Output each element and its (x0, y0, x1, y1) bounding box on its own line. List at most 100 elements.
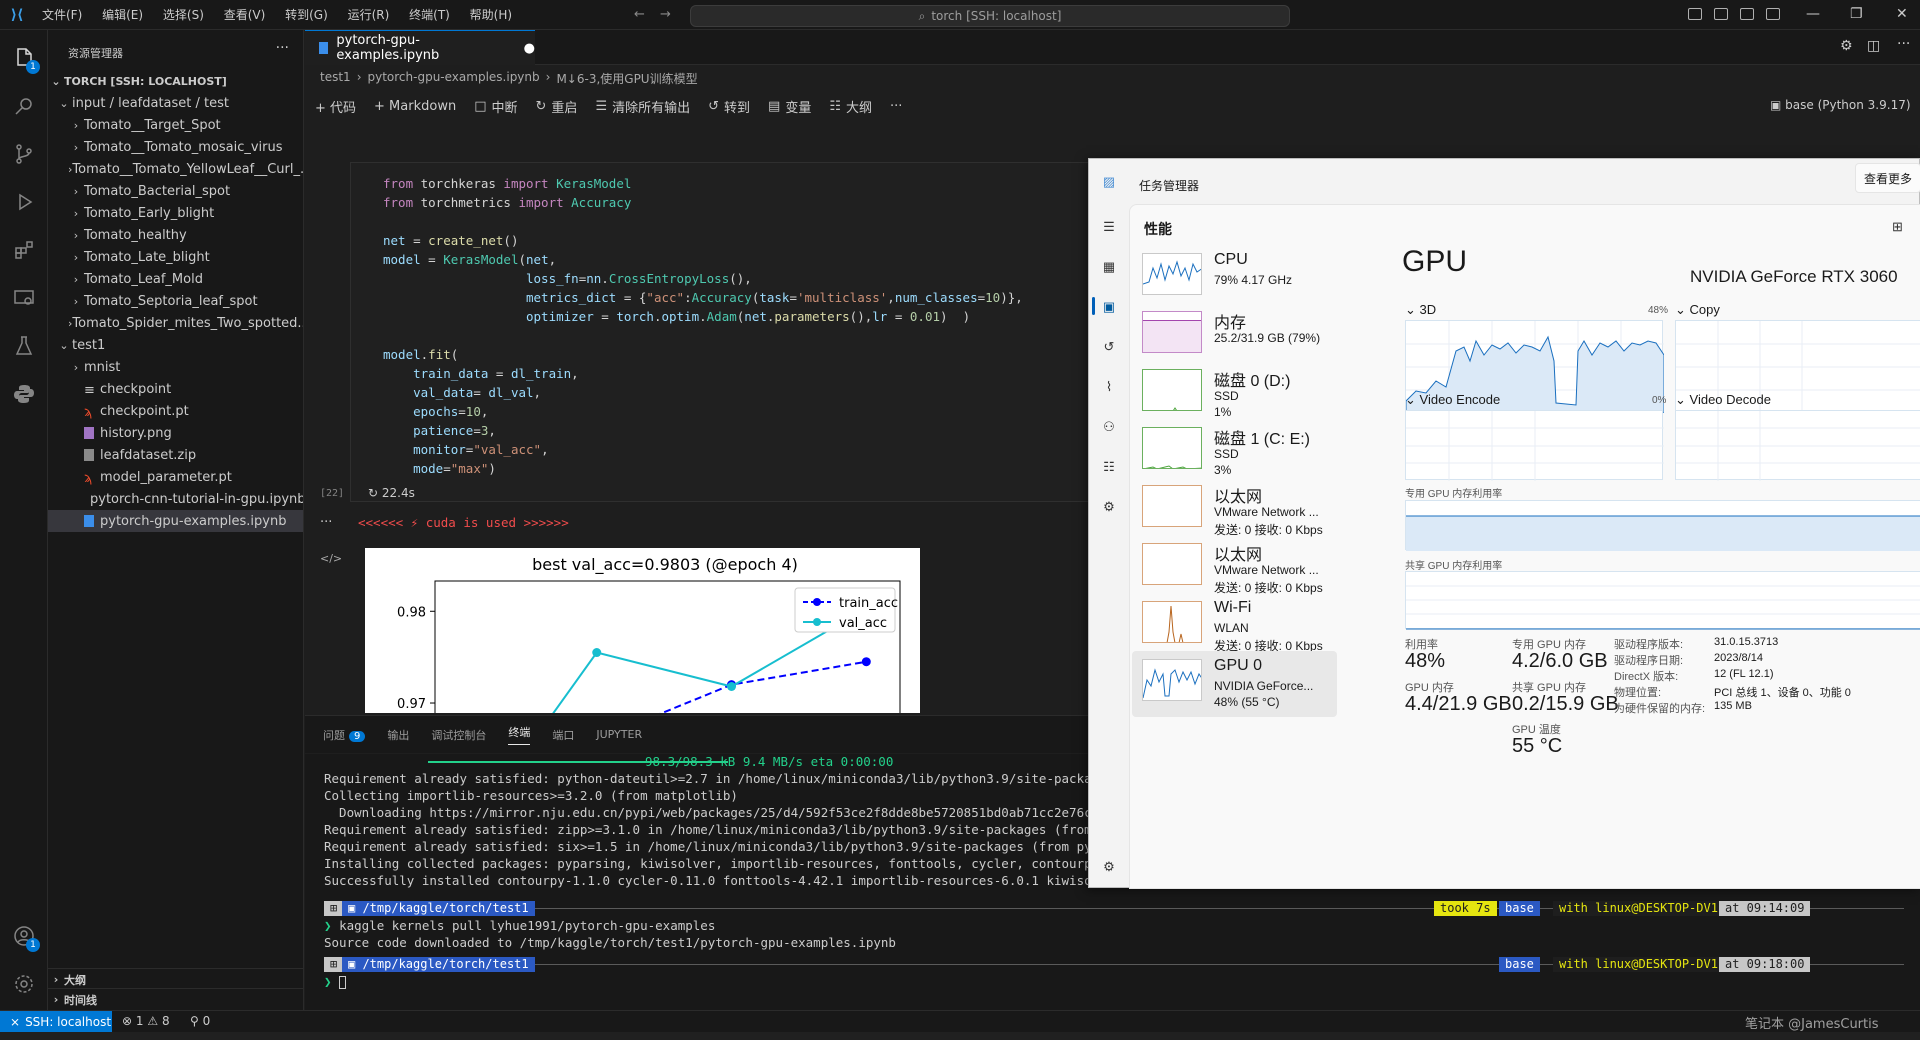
startup-apps-icon[interactable]: ⌇ (1101, 379, 1117, 394)
add-code-cell-button[interactable]: + 代码 (315, 97, 356, 116)
output-more-icon[interactable]: ··· (320, 515, 332, 530)
engine-venc-label[interactable]: ⌄ Video Encode (1405, 392, 1500, 408)
tree-file-item[interactable]: pytorch-cnn-tutorial-in-gpu.ipynb (48, 488, 303, 510)
run-new-task-icon[interactable]: ⊞ (1892, 219, 1903, 235)
device-gpu0[interactable]: GPU 0 NVIDIA GeForce... 48% (55 °C) (1132, 651, 1337, 717)
menu-run[interactable]: 运行(R) (348, 8, 390, 22)
goto-button[interactable]: ↺ 转到 (708, 97, 750, 116)
testing-icon[interactable] (10, 332, 38, 360)
services-icon[interactable]: ⚙ (1101, 499, 1117, 514)
tree-folder-item[interactable]: › Tomato__Target_Spot (48, 114, 303, 136)
tree-folder-item[interactable]: › Tomato_Bacterial_spot (48, 180, 303, 202)
tree-file-item[interactable]: ϡ checkpoint.pt (48, 400, 303, 422)
outline-section[interactable]: › 大纲 (48, 968, 303, 990)
device-ethernet-1[interactable]: 以太网 VMware Network ... 发送: 0 接收: 0 Kbps (1132, 477, 1337, 543)
tab-problems[interactable]: 问题 9 (323, 727, 366, 743)
toggle-secondary-sidebar-icon[interactable] (1740, 8, 1754, 20)
run-debug-icon[interactable] (10, 188, 38, 216)
account-icon[interactable]: 1 (10, 922, 40, 952)
code-output-icon[interactable]: </> (320, 552, 342, 565)
device-cpu[interactable]: CPU 79% 4.17 GHz (1132, 245, 1337, 311)
tree-folder-item[interactable]: › Tomato__Tomato_mosaic_virus (48, 136, 303, 158)
variables-button[interactable]: ▤ 变量 (768, 97, 811, 116)
folder-input[interactable]: ⌄ input / leafdataset / test (48, 92, 303, 114)
menu-edit[interactable]: 编辑(E) (102, 8, 143, 22)
workspace-root[interactable]: ⌄ TORCH [SSH: LOCALHOST] (48, 70, 303, 92)
toggle-panel-icon[interactable] (1714, 8, 1728, 20)
tab-ports[interactable]: 端口 (552, 727, 574, 743)
tree-folder-item[interactable]: › Tomato_Spider_mites_Two_spotted... (48, 312, 303, 334)
minimize-icon[interactable]: — (1806, 6, 1820, 22)
tab-pytorch-gpu-examples[interactable]: pytorch-gpu-examples.ipynb ● (305, 30, 535, 65)
more-actions-icon[interactable]: ··· (1897, 36, 1910, 52)
explorer-icon[interactable]: 1 (10, 44, 40, 74)
terminal-cursor-line[interactable]: ❯ (324, 974, 347, 989)
tree-file-item[interactable]: leafdataset.zip (48, 444, 303, 466)
extensions-icon[interactable] (10, 236, 38, 264)
timeline-section[interactable]: › 时间线 (48, 988, 303, 1010)
menu-go[interactable]: 转到(G) (285, 8, 328, 22)
menu-help[interactable]: 帮助(H) (470, 8, 512, 22)
tree-folder-item[interactable]: › mnist (48, 356, 303, 378)
clear-outputs-button[interactable]: ☰ 清除所有输出 (595, 97, 690, 116)
tree-folder-item[interactable]: › Tomato_healthy (48, 224, 303, 246)
close-icon[interactable]: ✕ (1896, 6, 1908, 22)
menu-view[interactable]: 查看(V) (224, 8, 266, 22)
split-editor-icon[interactable]: ◫ (1867, 38, 1880, 54)
menu-selection[interactable]: 选择(S) (163, 8, 204, 22)
device-ethernet-2[interactable]: 以太网 VMware Network ... 发送: 0 接收: 0 Kbps (1132, 535, 1337, 601)
tree-folder-item[interactable]: › Tomato_Late_blight (48, 246, 303, 268)
users-icon[interactable]: ⚇ (1101, 419, 1117, 434)
device-disk1[interactable]: 磁盘 1 (C: E:) SSD 3% (1132, 419, 1337, 485)
view-more-button[interactable]: 查看更多 (1855, 163, 1920, 193)
app-history-icon[interactable]: ↺ (1101, 339, 1117, 354)
restart-button[interactable]: ↻ 重启 (536, 97, 578, 116)
tree-folder-item[interactable]: › Tomato_Septoria_leaf_spot (48, 290, 303, 312)
tab-output[interactable]: 输出 (387, 727, 409, 743)
tree-file-item[interactable]: ϡ model_parameter.pt (48, 466, 303, 488)
code-cell[interactable]: from torchkeras import KerasModel from t… (350, 162, 1090, 502)
tree-folder-item[interactable]: › Tomato__Tomato_YellowLeaf__Curl_... (48, 158, 303, 180)
processes-icon[interactable]: ▦ (1101, 259, 1117, 274)
outline-button[interactable]: ☷ 大纲 (829, 97, 872, 116)
more-actions-icon[interactable]: ··· (276, 40, 289, 56)
device-wifi[interactable]: Wi-Fi WLAN 发送: 0 接收: 0 Kbps (1132, 593, 1337, 659)
folder-test1[interactable]: ⌄ test1 (48, 334, 303, 356)
menu-file[interactable]: 文件(F) (42, 8, 82, 22)
tree-file-item[interactable]: history.png (48, 422, 303, 444)
engine-vdec-label[interactable]: ⌄ Video Decode (1675, 392, 1771, 408)
python-icon[interactable] (10, 380, 38, 408)
device-disk0[interactable]: 磁盘 0 (D:) SSD 1% (1132, 361, 1337, 427)
search-view-icon[interactable] (10, 92, 38, 120)
back-arrow-icon[interactable]: ← (634, 7, 645, 22)
remote-indicator[interactable]: ⨯ SSH: localhost (0, 1011, 112, 1033)
toggle-sidebar-icon[interactable] (1688, 8, 1702, 20)
maximize-icon[interactable]: ❐ (1850, 6, 1863, 22)
details-icon[interactable]: ☷ (1101, 459, 1117, 474)
forward-arrow-icon[interactable]: → (660, 7, 671, 22)
interrupt-button[interactable]: □ 中断 (474, 97, 517, 116)
tree-file-item[interactable]: ≡ checkpoint (48, 378, 303, 400)
unsaved-dot-icon[interactable]: ● (524, 41, 535, 56)
tree-folder-item[interactable]: › Tomato_Early_blight (48, 202, 303, 224)
remote-explorer-icon[interactable] (10, 284, 38, 312)
ports-status[interactable]: ⚲ 0 (190, 1014, 210, 1028)
engine-3d-label[interactable]: ⌄ 3D (1405, 302, 1436, 318)
breadcrumb-item[interactable]: test1 (320, 70, 351, 87)
breadcrumb-item[interactable]: pytorch-gpu-examples.ipynb (368, 70, 540, 87)
add-markdown-cell-button[interactable]: + Markdown (374, 99, 456, 114)
tree-folder-item[interactable]: › Tomato_Leaf_Mold (48, 268, 303, 290)
hamburger-menu-icon[interactable]: ☰ (1101, 219, 1117, 234)
tree-file-item-selected[interactable]: pytorch-gpu-examples.ipynb (48, 510, 303, 532)
tab-terminal[interactable]: 终端 (508, 724, 531, 745)
settings-gear-icon[interactable]: ⚙ (1101, 859, 1117, 874)
problems-status[interactable]: ⊗ 1 ⚠ 8 (122, 1014, 170, 1028)
device-memory[interactable]: 内存 25.2/31.9 GB (79%) (1132, 303, 1337, 369)
breadcrumb-item[interactable]: M↓6-3,使用GPU训练模型 (556, 70, 697, 87)
command-center-search[interactable]: ⌕ torch [SSH: localhost] (690, 5, 1290, 27)
settings-gear-icon[interactable] (10, 970, 38, 998)
tab-debug-console[interactable]: 调试控制台 (431, 727, 486, 743)
kernel-picker[interactable]: ▣ base (Python 3.9.17) (1770, 98, 1911, 112)
customize-layout-icon[interactable] (1766, 8, 1780, 20)
more-actions-icon[interactable]: ··· (890, 99, 902, 114)
